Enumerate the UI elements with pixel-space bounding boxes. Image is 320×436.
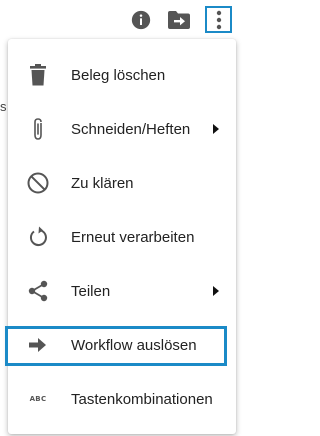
menu-item-label: Schneiden/Heften xyxy=(71,120,191,138)
paperclip-icon xyxy=(26,117,50,141)
move-to-folder-icon xyxy=(168,11,190,29)
arrow-right-icon xyxy=(26,333,50,357)
menu-item-label: Teilen xyxy=(71,282,111,300)
block-icon xyxy=(26,171,50,195)
menu-item-to-clarify[interactable]: Zu klären xyxy=(8,156,236,210)
refresh-icon xyxy=(26,225,50,249)
more-vert-icon xyxy=(216,10,221,29)
keyboard-abc-icon: ABC xyxy=(26,387,50,411)
menu-item-label: Beleg löschen xyxy=(71,66,166,84)
menu-item-label: Erneut verarbeiten xyxy=(71,228,195,246)
menu-item-trigger-workflow[interactable]: Workflow auslösen xyxy=(5,318,236,372)
info-button[interactable] xyxy=(128,8,154,32)
menu-item-cut-staple[interactable]: Schneiden/Heften xyxy=(8,102,236,156)
share-icon xyxy=(26,279,50,303)
menu-item-label: Tastenkombinationen xyxy=(71,390,213,408)
submenu-arrow-icon xyxy=(213,286,219,296)
menu-item-share[interactable]: Teilen xyxy=(8,264,236,318)
move-to-folder-button[interactable] xyxy=(166,8,192,32)
abc-icon-text: ABC xyxy=(29,395,47,403)
menu-item-reprocess[interactable]: Erneut verarbeiten xyxy=(8,210,236,264)
info-icon xyxy=(131,10,151,30)
trash-icon xyxy=(26,63,50,87)
menu-item-keyboard-shortcuts[interactable]: ABC Tastenkombinationen xyxy=(8,372,236,426)
menu-item-label: Workflow auslösen xyxy=(71,336,197,354)
menu-item-delete-receipt[interactable]: Beleg löschen xyxy=(8,48,236,102)
menu-item-label: Zu klären xyxy=(71,174,134,192)
submenu-arrow-icon xyxy=(213,124,219,134)
more-options-button[interactable] xyxy=(205,6,232,33)
context-menu: Beleg löschen Schneiden/Heften Zu klären xyxy=(5,39,236,434)
background-text-fragment: s xyxy=(0,99,7,114)
